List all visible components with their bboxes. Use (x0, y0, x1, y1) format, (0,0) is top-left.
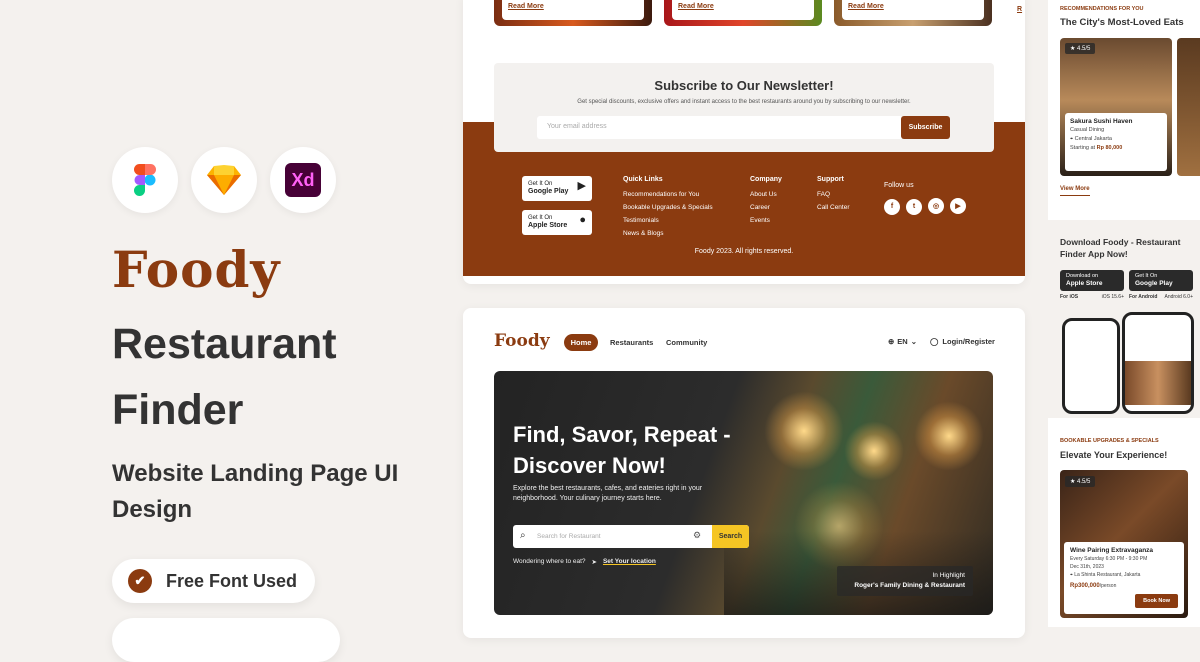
top-nav: Foody Home Restaurants Community ⊕ EN ⌄ ◯ L… (463, 331, 1025, 355)
foody-logo: Foody (112, 240, 281, 299)
bookable-tag: BOOKABLE UPGRADES & SPECIALS (1060, 438, 1159, 444)
second-badge (112, 618, 340, 662)
read-more-link[interactable]: Read More (508, 3, 638, 10)
app-title: Download Foody - Restaurant Finder App N… (1060, 237, 1181, 259)
user-icon: ◯ (930, 337, 939, 346)
ios-req: For iOS iOS 15.6+ (1060, 294, 1124, 300)
hero-text: Explore the best restaurants, cafes, and… (513, 485, 703, 502)
footer-link[interactable]: Testimonials (623, 217, 713, 224)
hero-title: Find, Savor, Repeat - Discover Now! (513, 422, 731, 478)
read-more-link[interactable]: Read More (848, 3, 978, 10)
follow-us: Follow us f t ◎ ▶ (884, 182, 972, 215)
rec-tag: RECOMMENDATIONS FOR YOU (1060, 6, 1144, 12)
footer-link[interactable]: News & Blogs (623, 230, 713, 237)
pin-icon: ⌖ (1070, 572, 1073, 578)
xd-icon: Xd (285, 163, 321, 197)
footer-link[interactable]: Career (750, 204, 782, 211)
book-now-button[interactable]: Book Now (1135, 594, 1178, 608)
read-more-link[interactable]: Read More (678, 3, 808, 10)
google-play-badge[interactable]: Get It On Google Play ▶ (522, 176, 592, 201)
event-info: Wine Pairing Extravaganza Every Saturday… (1064, 542, 1184, 614)
google-play-badge-right[interactable]: Get It On Google Play (1129, 270, 1193, 291)
rec-title: The City's Most-Loved Eats (1060, 17, 1184, 28)
footer-link[interactable]: About Us (750, 191, 782, 198)
hero-banner: Find, Savor, Repeat - Discover Now! Expl… (494, 371, 993, 615)
search-icon: ⌕ (520, 530, 526, 541)
rating-badge: ★ 4.5/5 (1065, 43, 1096, 54)
title-line-1: Restaurant (112, 320, 337, 368)
pin-icon: ⌖ (1070, 136, 1074, 142)
globe-icon: ⊕ (888, 337, 895, 346)
bookable-panel: BOOKABLE UPGRADES & SPECIALS Elevate You… (1048, 418, 1200, 627)
figma-icon (134, 164, 156, 196)
recommendations-panel: RECOMMENDATIONS FOR YOU The City's Most-… (1048, 0, 1200, 220)
free-font-label: Free Font Used (166, 570, 298, 591)
xd-tool-badge: Xd (270, 147, 336, 213)
apple-store-badge[interactable]: Get It On Apple Store ● (522, 210, 592, 235)
restaurant-card-thumb: Read More (834, 0, 992, 26)
nav-logo[interactable]: Foody (494, 331, 550, 351)
highlight-tag[interactable]: In Highlight Roger's Family Dining & Res… (837, 566, 973, 596)
filter-icon[interactable]: ⚙ (693, 530, 701, 541)
set-location-link[interactable]: Set Your location (603, 558, 656, 566)
footer-link[interactable]: Call Center (817, 204, 850, 211)
phone-mockup-1 (1062, 318, 1120, 414)
subtitle: Website Landing Page UI Design (112, 460, 399, 523)
app-download-panel: Download Foody - Restaurant Finder App N… (1048, 226, 1200, 414)
apple-icon: ● (579, 214, 586, 226)
card-info: Sakura Sushi Haven Casual Dining ⌖ Centr… (1065, 113, 1167, 171)
newsletter-title: Subscribe to Our Newsletter! (654, 78, 834, 93)
sketch-tool-badge (191, 147, 257, 213)
copyright: Foody 2023. All rights reserved. (694, 248, 794, 255)
free-font-badge: ✔ Free Font Used (112, 559, 316, 603)
sketch-icon (207, 165, 241, 195)
email-input[interactable]: Your email address (537, 116, 903, 139)
restaurant-card[interactable]: ★ 4.5/5 Sakura Sushi Haven Casual Dining… (1060, 38, 1172, 176)
search-button[interactable]: Search (712, 525, 749, 548)
support-column: Support FAQ Call Center (817, 176, 850, 211)
view-more-link[interactable]: View More (1060, 186, 1090, 196)
footer-link[interactable]: Recommendations for You (623, 191, 713, 198)
play-icon: ▶ (577, 180, 586, 192)
restaurant-card-thumb: Read More (664, 0, 822, 26)
twitter-icon[interactable]: t (906, 198, 922, 215)
quick-links-column: Quick Links Recommendations for You Book… (623, 176, 713, 237)
chevron-down-icon: ⌄ (910, 337, 918, 346)
restaurant-card-partial[interactable] (1177, 38, 1200, 176)
newsletter-box: Subscribe to Our Newsletter! Get special… (494, 63, 994, 152)
instagram-icon[interactable]: ◎ (928, 198, 944, 214)
newsletter-text: Get special discounts, exclusive offers … (577, 99, 911, 105)
nav-community[interactable]: Community (666, 338, 707, 347)
search-bar[interactable]: ⌕ Search for Restaurant ⚙ Search (513, 525, 749, 548)
figma-tool-badge (112, 147, 178, 213)
login-register[interactable]: ◯ Login/Register (930, 337, 995, 346)
bookable-title: Elevate Your Experience! (1060, 450, 1168, 460)
youtube-icon[interactable]: ▶ (950, 198, 966, 214)
nav-restaurants[interactable]: Restaurants (610, 338, 653, 347)
phone-mockup-2 (1122, 312, 1194, 414)
footer-link[interactable]: Events (750, 217, 782, 224)
read-more-link-partial[interactable]: R (1017, 6, 1025, 13)
footer-link[interactable]: FAQ (817, 191, 850, 198)
hero-preview-card: Foody Home Restaurants Community ⊕ EN ⌄ ◯ L… (463, 308, 1025, 638)
location-arrow-icon: ➤ (591, 559, 597, 566)
search-input[interactable]: Search for Restaurant (537, 533, 601, 540)
subscribe-button[interactable]: Subscribe (901, 116, 950, 139)
facebook-icon[interactable]: f (884, 198, 900, 215)
event-rating-badge: ★ 4.5/5 (1065, 476, 1096, 487)
title-line-2: Finder (112, 386, 244, 434)
nav-home[interactable]: Home (564, 334, 598, 351)
check-icon: ✔ (128, 569, 152, 593)
company-column: Company About Us Career Events (750, 176, 782, 224)
location-prompt: Wondering where to eat? ➤ Set Your locat… (513, 558, 656, 566)
footer-link[interactable]: Bookable Upgrades & Specials (623, 204, 713, 211)
app-store-badge[interactable]: Download on Apple Store (1060, 270, 1124, 291)
restaurant-card-thumb: Read More (494, 0, 652, 26)
android-req: For Android Android 6.0+ (1129, 294, 1193, 300)
event-card[interactable]: ★ 4.5/5 Wine Pairing Extravaganza Every … (1060, 470, 1188, 618)
language-selector[interactable]: ⊕ EN ⌄ (888, 337, 917, 346)
footer-preview-card: Read More Read More Read More R Get It O… (463, 0, 1025, 284)
